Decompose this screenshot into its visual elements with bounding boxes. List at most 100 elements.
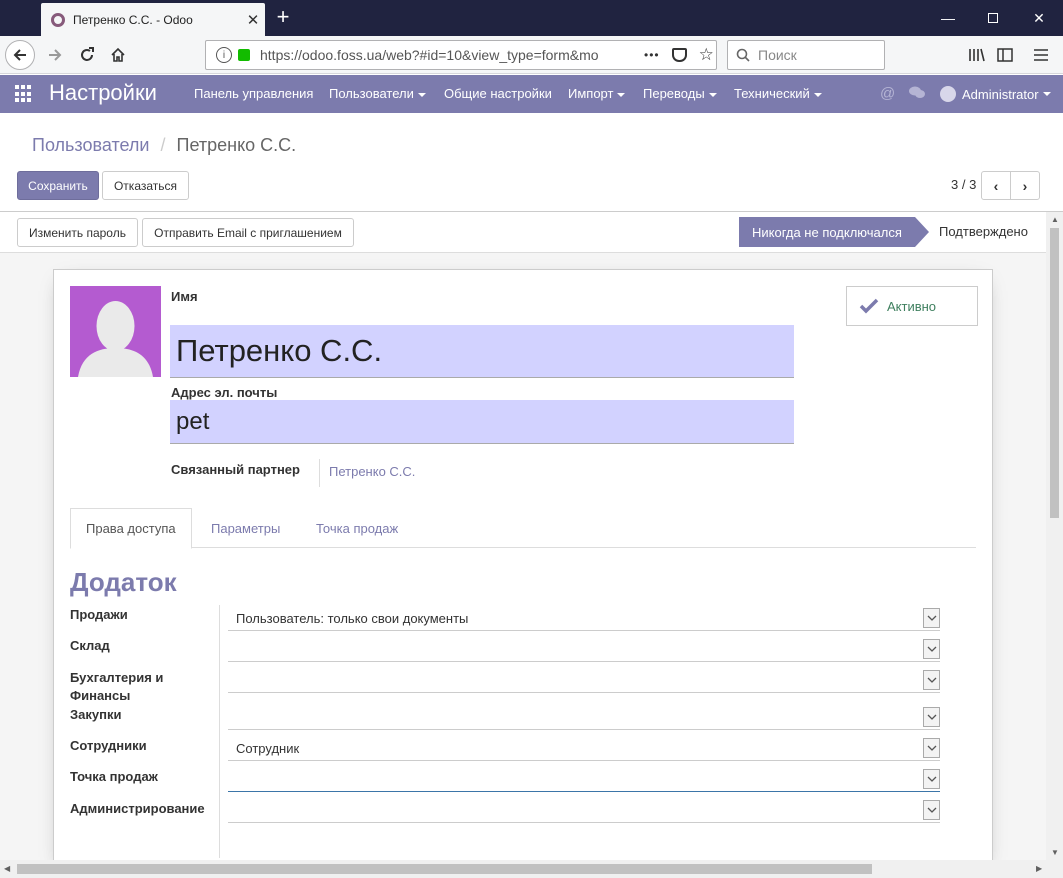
- menu-import-label: Импорт: [568, 86, 614, 101]
- search-icon: [736, 48, 750, 62]
- name-field[interactable]: Петренко С.С.: [170, 325, 794, 378]
- menu-technical[interactable]: Технический: [734, 86, 822, 101]
- menu-general-settings-label: Общие настройки: [444, 86, 552, 101]
- accounting-select[interactable]: [228, 669, 940, 693]
- check-icon: [859, 298, 879, 314]
- administration-label: Администрирование: [70, 801, 205, 816]
- scroll-down-icon[interactable]: ▼: [1051, 848, 1059, 857]
- menu-dashboard-label: Панель управления: [194, 86, 314, 101]
- home-icon[interactable]: [103, 40, 133, 70]
- user-menu[interactable]: Administrator: [940, 86, 1051, 102]
- purchases-select[interactable]: [228, 706, 940, 730]
- status-never-connected[interactable]: Никогда не подключался: [739, 217, 929, 247]
- info-icon[interactable]: i: [216, 47, 232, 63]
- active-label: Активно: [887, 298, 937, 314]
- sales-select[interactable]: Пользователь: только свои документы: [228, 607, 940, 631]
- odoo-favicon-icon: [51, 12, 65, 27]
- chevron-down-icon[interactable]: [923, 608, 940, 628]
- browser-titlebar: Петренко С.С. - Odoo ✕ + — ✕: [0, 0, 1063, 36]
- browser-tab[interactable]: Петренко С.С. - Odoo ✕: [41, 3, 265, 36]
- minimize-window-icon[interactable]: —: [925, 0, 971, 36]
- tab-preferences[interactable]: Параметры: [196, 508, 295, 548]
- send-invitation-button[interactable]: Отправить Email с приглашением: [142, 218, 354, 247]
- mentions-icon[interactable]: @: [880, 85, 895, 102]
- email-label: Адрес эл. почты: [171, 385, 278, 400]
- menu-dashboard[interactable]: Панель управления: [194, 86, 313, 101]
- tab-access-rights[interactable]: Права доступа: [70, 508, 192, 549]
- chevron-down-icon[interactable]: [923, 738, 940, 758]
- vertical-scroll-thumb[interactable]: [1050, 228, 1059, 518]
- email-field[interactable]: pet: [170, 400, 794, 444]
- purchases-label: Закупки: [70, 707, 122, 722]
- pocket-icon[interactable]: [671, 48, 687, 62]
- breadcrumb: Пользователи / Петренко С.С.: [32, 135, 296, 156]
- avatar-placeholder-icon: [78, 301, 153, 377]
- form-statusbar: Изменить пароль Отправить Email с пригла…: [0, 212, 1046, 253]
- caret-down-icon: [617, 92, 626, 97]
- menu-translations[interactable]: Переводы: [643, 86, 717, 101]
- scroll-up-icon[interactable]: ▲: [1051, 215, 1059, 224]
- chevron-down-icon[interactable]: [923, 800, 940, 820]
- browser-search-input[interactable]: Поиск: [727, 40, 885, 70]
- close-tab-icon[interactable]: ✕: [241, 11, 265, 29]
- bookmark-star-icon[interactable]: ☆: [699, 45, 714, 65]
- back-icon[interactable]: [5, 40, 35, 70]
- pos-label: Точка продаж: [70, 769, 158, 784]
- form-tabs: Права доступа Параметры Точка продаж: [70, 508, 976, 549]
- user-photo[interactable]: [70, 286, 161, 377]
- employees-select[interactable]: Сотрудник: [228, 737, 940, 761]
- lock-icon: [238, 49, 250, 61]
- inventory-select[interactable]: [228, 638, 940, 662]
- chevron-down-icon[interactable]: [923, 670, 940, 690]
- page-actions-icon[interactable]: •••: [644, 48, 660, 62]
- url-text[interactable]: https://odoo.foss.ua/web?#id=10&view_typ…: [260, 47, 630, 63]
- control-panel: Пользователи / Петренко С.С. Сохранить О…: [0, 113, 1063, 212]
- app-title: Настройки: [49, 80, 157, 105]
- horizontal-scrollbar[interactable]: ◀ ▶: [0, 860, 1063, 878]
- pager-value[interactable]: 3 / 3: [951, 177, 976, 192]
- section-title: Додаток: [70, 567, 177, 597]
- pager-next-icon[interactable]: ›: [1010, 171, 1040, 200]
- pos-select[interactable]: [228, 768, 940, 792]
- sales-value: Пользователь: только свои документы: [236, 611, 469, 626]
- reload-icon[interactable]: [72, 40, 102, 70]
- horizontal-scroll-thumb[interactable]: [17, 864, 872, 874]
- administration-select[interactable]: [228, 799, 940, 823]
- tab-point-of-sale[interactable]: Точка продаж: [301, 508, 413, 548]
- menu-users[interactable]: Пользователи: [329, 86, 426, 101]
- menu-icon[interactable]: [1026, 40, 1056, 70]
- sidebar-icon[interactable]: [990, 40, 1020, 70]
- email-value: pet: [176, 407, 210, 435]
- user-name: Administrator: [962, 86, 1039, 102]
- employees-value: Сотрудник: [236, 741, 300, 756]
- menu-general-settings[interactable]: Общие настройки: [444, 86, 552, 101]
- chevron-down-icon[interactable]: [923, 769, 940, 789]
- browser-navbar: i https://odoo.foss.ua/web?#id=10&view_t…: [0, 36, 1063, 74]
- vertical-scrollbar[interactable]: ▲ ▼: [1046, 212, 1063, 860]
- pager-previous-icon[interactable]: ‹: [981, 171, 1011, 200]
- discard-button[interactable]: Отказаться: [102, 171, 189, 200]
- apps-grid-icon[interactable]: [15, 85, 33, 103]
- maximize-window-icon[interactable]: [970, 0, 1016, 36]
- active-toggle-button[interactable]: Активно: [846, 286, 978, 326]
- accounting-label: Бухгалтерия и Финансы: [70, 670, 164, 703]
- new-tab-icon[interactable]: +: [272, 6, 294, 28]
- chevron-down-icon[interactable]: [923, 639, 940, 659]
- name-label: Имя: [171, 289, 198, 304]
- forward-icon[interactable]: [40, 40, 70, 70]
- menu-import[interactable]: Импорт: [568, 86, 626, 101]
- chevron-down-icon[interactable]: [923, 707, 940, 727]
- url-bar[interactable]: i https://odoo.foss.ua/web?#id=10&view_t…: [205, 40, 717, 70]
- caret-down-icon: [417, 92, 426, 97]
- scroll-left-icon[interactable]: ◀: [4, 864, 10, 873]
- change-password-button[interactable]: Изменить пароль: [17, 218, 138, 247]
- breadcrumb-users-link[interactable]: Пользователи: [32, 135, 149, 155]
- save-button[interactable]: Сохранить: [17, 171, 99, 200]
- close-window-icon[interactable]: ✕: [1016, 0, 1062, 36]
- partner-link[interactable]: Петренко С.С.: [329, 464, 415, 479]
- chat-icon[interactable]: [908, 85, 926, 104]
- status-confirmed[interactable]: Подтверждено: [939, 224, 1028, 239]
- library-icon[interactable]: [962, 40, 992, 70]
- scroll-right-icon[interactable]: ▶: [1036, 864, 1042, 873]
- group-divider: [219, 605, 220, 858]
